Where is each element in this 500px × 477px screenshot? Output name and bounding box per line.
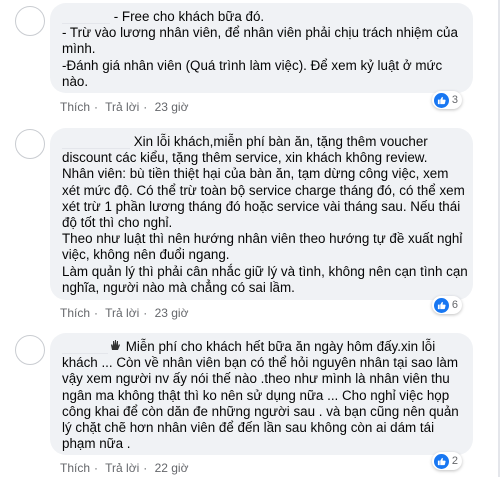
like-button[interactable]: Thích	[60, 461, 90, 475]
comment-line: công khai để còn dăn đe những người sau …	[62, 403, 459, 419]
comment-line: Xin lỗi khách,miễn phí bàn ăn, tặng thêm…	[62, 134, 461, 150]
comment-actions: Thích · Trả lời · 22 giờ	[60, 461, 192, 475]
comment-line: phạm nữa .	[62, 436, 131, 452]
like-button[interactable]: Thích	[60, 100, 90, 114]
author-name-redacted[interactable]	[62, 10, 110, 24]
comment-line: - Trừ vào lương nhân viên, để nhân viên …	[62, 25, 458, 41]
comment-line: xét mức độ. Có thể trừ toàn bộ service c…	[62, 182, 465, 198]
like-icon	[433, 92, 449, 108]
like-icon	[433, 297, 449, 313]
comment-line: ngân ma không thật thì ko nên sử dụng nữ…	[62, 387, 450, 403]
author-name-redacted[interactable]	[62, 340, 108, 354]
comment-line: nghĩa, người nào mà chẳng có sai lầm.	[62, 279, 295, 295]
comment-line: Nhân viên: bù tiền thiệt hại của bàn ăn,…	[62, 166, 449, 182]
comment-line: Miễn phí cho khách hết bữa ăn ngày hôm đ…	[62, 339, 461, 355]
reaction-number: 3	[451, 94, 458, 106]
avatar[interactable]	[15, 129, 45, 159]
comment-line: lý chặt chẽ hơn nhân viên để đến lần sau…	[62, 420, 435, 436]
comment-line: vậy xem người nv ấy nói thế nào .theo nh…	[62, 371, 450, 387]
timestamp[interactable]: 23 giờ	[155, 100, 189, 114]
reply-button[interactable]: Trả lời	[105, 100, 139, 114]
comment-line: nào.	[62, 73, 89, 89]
comment-line: Theo như luật thì nên hướng nhân viên th…	[62, 231, 463, 247]
separator: ·	[94, 100, 99, 114]
separator: ·	[94, 306, 99, 320]
reply-button[interactable]: Trả lời	[105, 461, 139, 475]
separator: ·	[94, 461, 99, 475]
like-button[interactable]: Thích	[60, 306, 90, 320]
comment-line: xét trừ 1 phần lương tháng đó hoặc servi…	[62, 198, 461, 214]
reaction-count[interactable]: 6	[431, 296, 462, 314]
separator: ·	[143, 100, 148, 114]
like-icon	[433, 453, 449, 469]
timestamp[interactable]: 22 giờ	[155, 461, 189, 475]
comment-line: Làm quản lý thì phải cân nhắc giữ lý và …	[62, 263, 468, 279]
comment-bubble: Miễn phí cho khách hết bữa ăn ngày hôm đ…	[50, 333, 473, 455]
avatar[interactable]	[15, 335, 45, 365]
waving-hand-icon	[108, 339, 122, 355]
timestamp[interactable]: 23 giờ	[155, 306, 189, 320]
reaction-number: 6	[451, 299, 458, 311]
reply-button[interactable]: Trả lời	[105, 306, 139, 320]
comment-line: - Free cho khách bữa đó.	[62, 9, 461, 25]
comment-bubble: - Free cho khách bữa đó. - Trừ vào lương…	[50, 3, 473, 93]
comment-line: khách ... Còn về nhân viên bạn có thể hỏ…	[62, 355, 459, 371]
separator: ·	[143, 306, 148, 320]
comment-line: -Đánh giá nhân viên (Quá trình làm việc)…	[62, 57, 443, 73]
comment-bubble: Xin lỗi khách,miễn phí bàn ăn, tặng thêm…	[50, 128, 473, 300]
reaction-count[interactable]: 2	[431, 452, 462, 470]
comment-actions: Thích · Trả lời · 23 giờ	[60, 100, 192, 114]
comment-line: mình.	[62, 41, 96, 57]
author-name-redacted[interactable]	[62, 135, 130, 149]
comment-line: việc, không nên đuổi ngang.	[62, 247, 230, 263]
avatar[interactable]	[15, 6, 45, 36]
comment-line: discount các kiểu, tặng thêm service, xi…	[62, 150, 428, 166]
reaction-count[interactable]: 3	[431, 91, 462, 109]
reaction-number: 2	[451, 455, 458, 467]
comment-line: độ tốt thì cho nghỉ.	[62, 215, 173, 231]
comment-actions: Thích · Trả lời · 23 giờ	[60, 306, 192, 320]
separator: ·	[143, 461, 148, 475]
